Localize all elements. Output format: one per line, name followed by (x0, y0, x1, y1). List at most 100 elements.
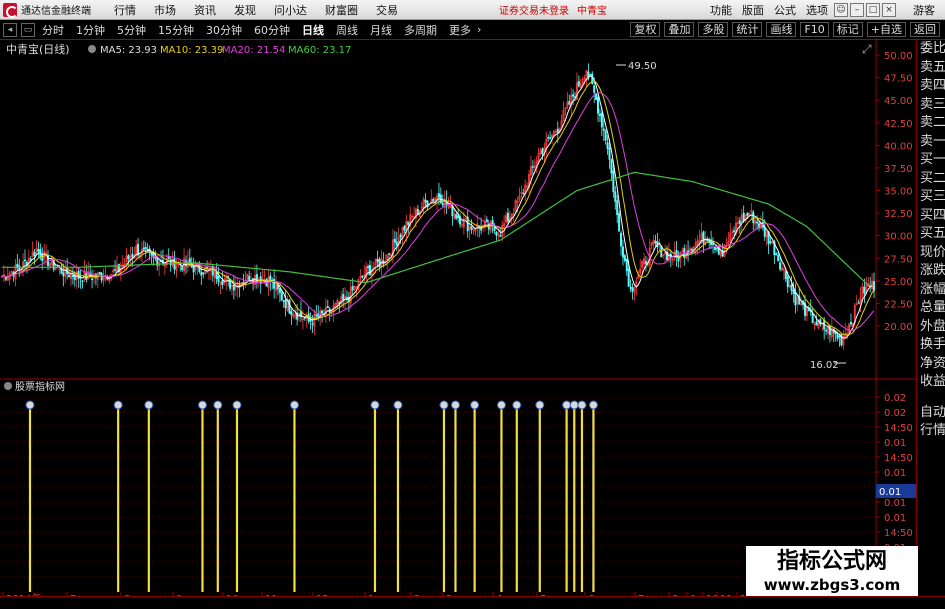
candle-down (786, 276, 789, 288)
stats-button[interactable]: 统计 (732, 22, 763, 37)
candle-down (242, 281, 245, 284)
period-1min[interactable]: 1分钟 (76, 22, 105, 38)
period-more[interactable]: 更多 (449, 22, 471, 38)
signal-marker (370, 400, 380, 410)
draw-button[interactable]: 画线 (766, 22, 797, 37)
price-tick-label: 47.50 (884, 74, 913, 85)
candle-down (610, 159, 613, 174)
candle-down (775, 253, 778, 256)
menu-formula[interactable]: 公式 (774, 2, 796, 18)
candle-down (742, 212, 745, 221)
indicator-tick-label: 14:50 (884, 453, 913, 464)
candle-down (470, 226, 473, 230)
menu-layout[interactable]: 版面 (742, 2, 764, 18)
overlay-button[interactable]: 叠加 (664, 22, 695, 37)
candle-down (604, 130, 607, 141)
candle-down (756, 221, 759, 224)
candle-down (451, 205, 454, 217)
period-month[interactable]: 月线 (370, 22, 392, 38)
period-toolbar: ◂ ▭ 分时 1分钟 5分钟 15分钟 30分钟 60分钟 日线 周线 月线 多… (0, 20, 945, 40)
menu-function[interactable]: 功能 (710, 2, 732, 18)
menu-ask[interactable]: 问小达 (274, 2, 307, 18)
period-multi[interactable]: 多周期 (404, 22, 437, 38)
status-bar (0, 596, 945, 609)
chart-title: 中青宝(日线) (6, 42, 70, 56)
mark-button[interactable]: 标记 (832, 22, 863, 37)
menu-bar: 通达信金融终端 行情 市场 资讯 发现 问小达 财富圈 交易 证券交易未登录 中… (0, 0, 945, 20)
candle-down (127, 254, 130, 260)
candle-down (315, 314, 318, 317)
price-tick-label: 40.00 (884, 141, 913, 152)
guest-label[interactable]: 游客 (913, 2, 935, 18)
candle-down (282, 300, 285, 302)
period-day[interactable]: 日线 (302, 22, 324, 38)
menu-market[interactable]: 行情 (114, 2, 136, 18)
close-icon[interactable]: × (882, 2, 896, 17)
period-60min[interactable]: 60分钟 (254, 22, 290, 38)
settings-icon[interactable] (88, 45, 96, 53)
candle-down (608, 147, 611, 160)
price-tick-label: 42.50 (884, 119, 913, 130)
candle-down (367, 266, 370, 268)
indicator-settings-icon[interactable] (4, 382, 12, 390)
period-5min[interactable]: 5分钟 (117, 22, 146, 38)
candle-down (838, 335, 841, 337)
quote-field-label: 买四 (920, 207, 945, 223)
candle-down (221, 280, 224, 285)
user-icon[interactable]: ☺ (834, 2, 848, 17)
candle-down (863, 286, 866, 294)
candle-down (644, 260, 647, 265)
period-15min[interactable]: 15分钟 (158, 22, 194, 38)
candle-down (71, 274, 74, 278)
candle-down (311, 323, 314, 325)
signal-marker (393, 400, 403, 410)
candle-down (290, 311, 293, 316)
period-30min[interactable]: 30分钟 (206, 22, 242, 38)
menu-markets[interactable]: 市场 (154, 2, 176, 18)
candle-down (623, 255, 626, 261)
candle-down (142, 247, 145, 250)
back-button[interactable]: 返回 (910, 22, 940, 37)
multi-stock-button[interactable]: 多股 (698, 22, 729, 37)
candle-down (792, 289, 795, 295)
indicator-tick-label: 0.01 (884, 498, 906, 509)
expand-icon[interactable]: ⤢ (861, 42, 872, 56)
chart-area[interactable]: 50.00 47.50 45.00 42.50 40.00 37.50 35.00 32.50… (0, 40, 916, 596)
fuquan-button[interactable]: 复权 (630, 22, 661, 37)
candle-down (437, 193, 440, 198)
candle-down (273, 278, 276, 289)
candle-down (836, 334, 839, 339)
panel-toggle-icon[interactable]: ◂ (3, 22, 17, 37)
candle-down (506, 212, 509, 222)
candle-down (91, 278, 94, 280)
candle-down (150, 252, 153, 256)
menu-wealth[interactable]: 财富圈 (325, 2, 358, 18)
candle-down (612, 170, 615, 193)
candle-down (577, 81, 580, 87)
login-warning[interactable]: 证券交易未登录 (499, 2, 569, 17)
menu-discover[interactable]: 发现 (234, 2, 256, 18)
minimize-icon[interactable]: – (850, 2, 864, 17)
menu-news[interactable]: 资讯 (194, 2, 216, 18)
candle-down (600, 112, 603, 128)
candle-down (200, 272, 203, 276)
candle-down (597, 96, 600, 114)
f10-button[interactable]: F10 (800, 22, 829, 37)
chevron-right-icon[interactable]: › (477, 23, 481, 36)
menu-options[interactable]: 选项 (806, 2, 828, 18)
indicator-tick-label: 14:50 (884, 423, 913, 434)
layout-toggle-icon[interactable]: ▭ (21, 22, 35, 37)
period-tick[interactable]: 分时 (42, 22, 64, 38)
candle-down (395, 241, 398, 246)
candle-down (872, 281, 875, 291)
add-watchlist-button[interactable]: +自选 (866, 22, 906, 37)
app-logo-icon (3, 2, 18, 18)
signal-marker (232, 400, 242, 410)
menu-trade[interactable]: 交易 (376, 2, 398, 18)
maximize-icon[interactable]: □ (866, 2, 880, 17)
period-week[interactable]: 周线 (336, 22, 358, 38)
candle-down (733, 230, 736, 233)
candle-down (522, 192, 525, 195)
candle-down (280, 292, 283, 301)
candle-down (549, 137, 552, 139)
